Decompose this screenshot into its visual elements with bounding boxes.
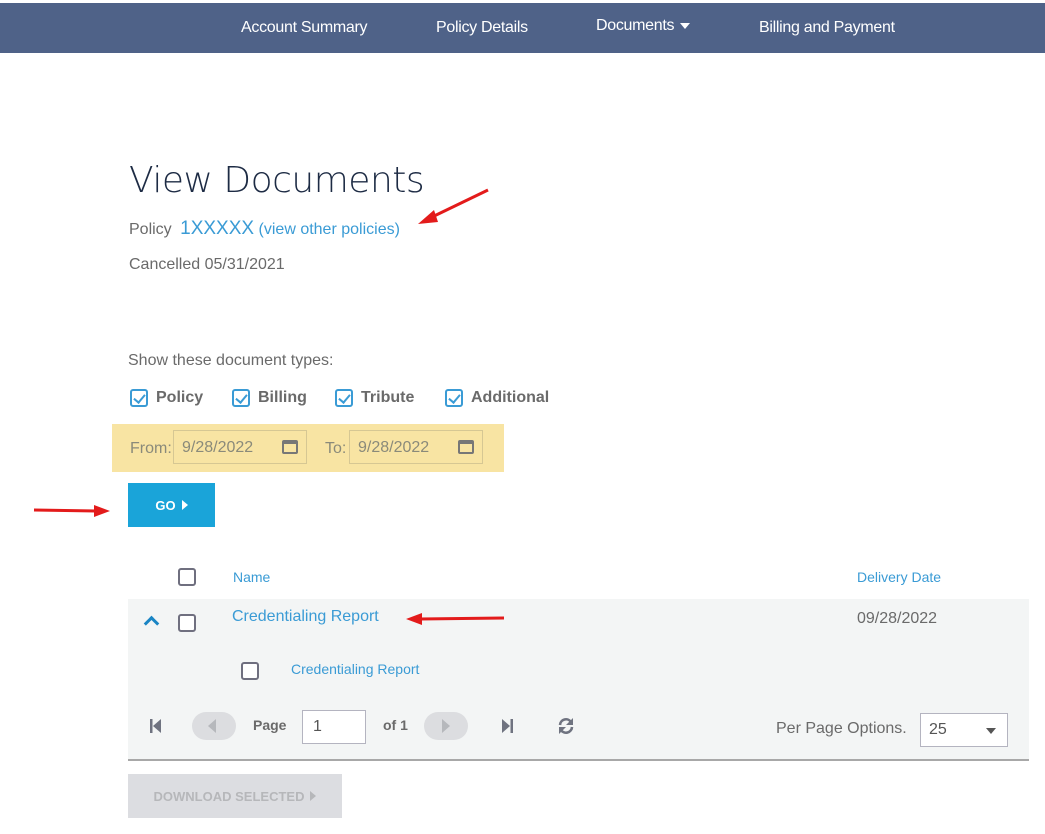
checkbox-checked-icon[interactable] xyxy=(232,389,250,407)
to-date-input[interactable]: 9/28/2022 xyxy=(349,430,483,464)
type-label: Policy xyxy=(156,389,204,406)
select-all-checkbox[interactable] xyxy=(178,568,196,586)
page-total: of 1 xyxy=(383,717,408,733)
per-page-select[interactable]: 25 xyxy=(920,713,1008,747)
type-checkbox-policy[interactable]: Policy xyxy=(130,389,203,407)
policy-label: Policy xyxy=(129,221,172,238)
from-label: From: xyxy=(130,440,172,457)
caret-down-icon xyxy=(986,728,996,734)
type-checkbox-tribute[interactable]: Tribute xyxy=(335,389,414,407)
to-label: To: xyxy=(325,440,347,457)
checkbox-checked-icon[interactable] xyxy=(335,389,353,407)
per-page-value: 25 xyxy=(929,721,947,738)
document-types-label: Show these document types: xyxy=(128,352,334,369)
document-name-link[interactable]: Credentialing Report xyxy=(232,608,379,626)
type-label: Tribute xyxy=(361,389,415,406)
page-title: View Documents xyxy=(129,160,425,201)
page-label: Page xyxy=(253,717,287,733)
annotation-arrow-icon xyxy=(33,505,110,517)
play-icon xyxy=(310,791,317,801)
pager-divider xyxy=(128,759,1029,761)
caret-down-icon xyxy=(680,22,691,29)
row-checkbox[interactable] xyxy=(178,614,196,632)
nav-account-summary[interactable]: Account Summary xyxy=(241,19,368,37)
type-checkbox-additional[interactable]: Additional xyxy=(445,389,549,407)
nav-documents[interactable]: Documents xyxy=(596,17,691,35)
next-page-button[interactable] xyxy=(424,712,468,740)
date-range-highlight: From: 9/28/2022 To: 9/28/2022 xyxy=(112,424,504,472)
checkbox-checked-icon[interactable] xyxy=(445,389,463,407)
per-page-label: Per Page Options. xyxy=(776,720,907,737)
view-other-policies-link[interactable]: (view other policies) xyxy=(259,221,400,238)
download-selected-label: DOWNLOAD SELECTED xyxy=(153,788,305,804)
first-page-icon[interactable] xyxy=(149,718,163,734)
download-selected-button[interactable]: DOWNLOAD SELECTED xyxy=(128,774,342,818)
go-button[interactable]: GO xyxy=(128,483,215,527)
calendar-icon[interactable] xyxy=(458,440,474,454)
type-label: Billing xyxy=(258,389,307,406)
column-header-name[interactable]: Name xyxy=(233,569,270,585)
page-number-input[interactable]: 1 xyxy=(302,710,366,744)
from-date-input[interactable]: 9/28/2022 xyxy=(173,430,307,464)
to-date-value: 9/28/2022 xyxy=(358,439,430,456)
previous-page-button[interactable] xyxy=(192,712,236,740)
play-icon xyxy=(181,500,188,510)
calendar-icon[interactable] xyxy=(282,440,298,454)
policy-status: Cancelled 05/31/2021 xyxy=(129,256,285,273)
nav-documents-label: Documents xyxy=(596,17,675,34)
checkbox-checked-icon[interactable] xyxy=(130,389,148,407)
triangle-right-icon xyxy=(442,719,450,733)
policy-line: Policy 1XXXXX (view other policies) xyxy=(129,218,400,240)
go-label: GO xyxy=(155,497,176,513)
nav-billing-and-payment[interactable]: Billing and Payment xyxy=(759,19,895,37)
delivery-date: 09/28/2022 xyxy=(857,610,938,627)
child-row-checkbox[interactable] xyxy=(241,662,259,680)
column-header-delivery-date[interactable]: Delivery Date xyxy=(857,569,941,585)
policy-number-link[interactable]: 1XXXXX xyxy=(180,218,254,239)
nav-policy-details[interactable]: Policy Details xyxy=(436,19,528,37)
last-page-icon[interactable] xyxy=(500,718,514,734)
top-navigation: Account Summary Policy Details Documents… xyxy=(0,3,1045,53)
type-label: Additional xyxy=(471,389,550,406)
from-date-value: 9/28/2022 xyxy=(182,439,254,456)
child-document-link[interactable]: Credentialing Report xyxy=(291,661,419,677)
triangle-left-icon xyxy=(208,719,216,733)
refresh-icon[interactable] xyxy=(557,717,575,735)
type-checkbox-billing[interactable]: Billing xyxy=(232,389,307,407)
